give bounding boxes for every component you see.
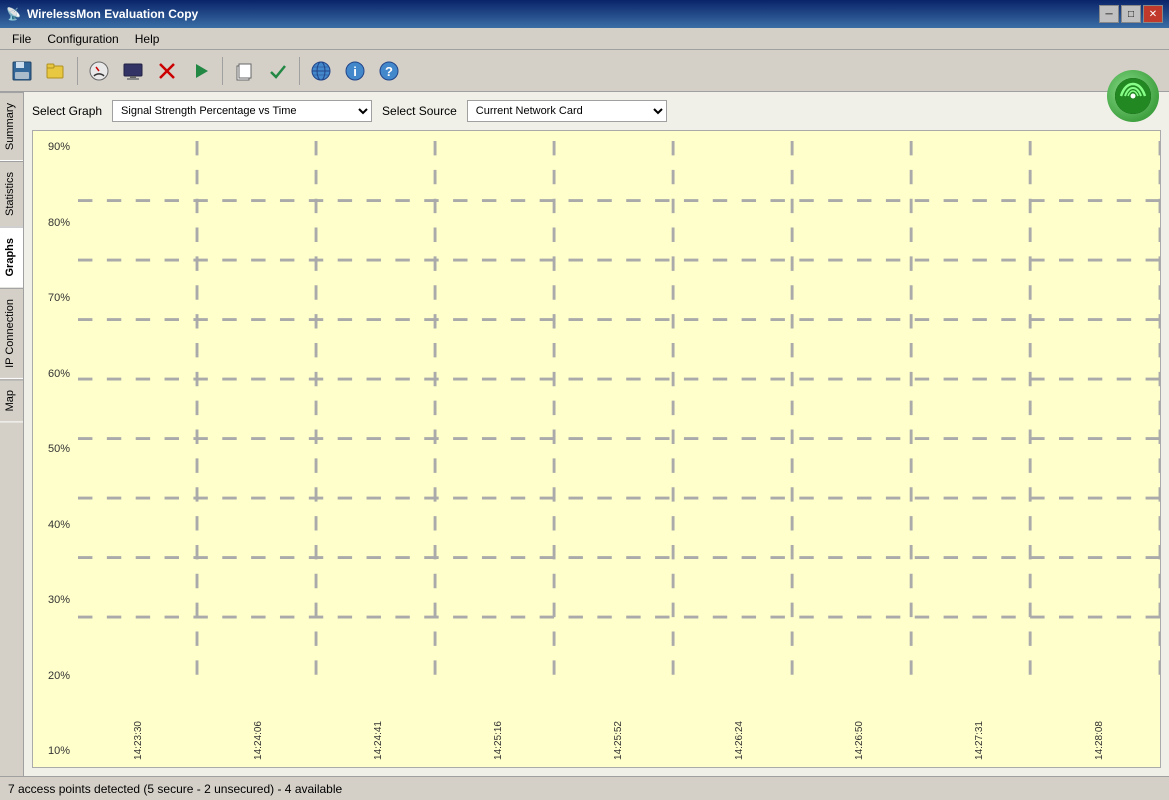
y-label-70: 70% [33, 292, 74, 304]
x-axis: 14:23:30 14:24:06 14:24:41 14:25:16 14:2… [78, 717, 1160, 767]
x-label-4: 14:25:52 [613, 721, 624, 760]
sidebar-tabs: Summary Statistics Graphs IP Connection … [0, 92, 24, 776]
source-label: Select Source [382, 104, 457, 118]
x-label-1: 14:24:06 [253, 721, 264, 760]
menu-configuration[interactable]: Configuration [39, 30, 126, 48]
graph-select[interactable]: Signal Strength Percentage vs Time Signa… [112, 100, 372, 122]
close-button[interactable]: ✕ [1143, 5, 1163, 23]
menu-help[interactable]: Help [127, 30, 168, 48]
play-button[interactable] [185, 55, 217, 87]
help-button[interactable]: ? [373, 55, 405, 87]
window-icon: 📡 [6, 7, 21, 21]
x-label-2: 14:24:41 [373, 721, 384, 760]
tab-summary[interactable]: Summary [0, 92, 23, 161]
window-title: WirelessMon Evaluation Copy [27, 7, 198, 21]
toolbar-separator-1 [77, 57, 78, 85]
x-label-3: 14:25:16 [493, 721, 504, 760]
window: 📡 WirelessMon Evaluation Copy ─ □ ✕ File… [0, 0, 1169, 800]
y-label-80: 80% [33, 217, 74, 229]
tab-statistics[interactable]: Statistics [0, 161, 23, 227]
x-label-7: 14:27:31 [974, 721, 985, 760]
svg-text:i: i [353, 64, 357, 79]
y-label-60: 60% [33, 368, 74, 380]
status-bar: 7 access points detected (5 secure - 2 u… [0, 776, 1169, 800]
x-label-0: 14:23:30 [133, 721, 144, 760]
y-label-20: 20% [33, 670, 74, 682]
toolbar-separator-3 [299, 57, 300, 85]
copy-button[interactable] [228, 55, 260, 87]
network-button[interactable] [117, 55, 149, 87]
graph-area: Select Graph Signal Strength Percentage … [24, 92, 1169, 776]
y-label-30: 30% [33, 594, 74, 606]
y-label-40: 40% [33, 519, 74, 531]
controls-row: Select Graph Signal Strength Percentage … [32, 100, 1161, 122]
x-label-5: 14:26:24 [734, 721, 745, 760]
chart-inner: 90% 80% 70% 60% 50% 40% 30% 20% 10% [33, 131, 1160, 767]
tab-ip-connection[interactable]: IP Connection [0, 288, 23, 379]
status-text: 7 access points detected (5 secure - 2 u… [8, 782, 342, 796]
delete-button[interactable] [151, 55, 183, 87]
minimize-button[interactable]: ─ [1099, 5, 1119, 23]
app-logo [1107, 70, 1159, 122]
main-area: Summary Statistics Graphs IP Connection … [0, 92, 1169, 776]
graph-label: Select Graph [32, 104, 102, 118]
menu-file[interactable]: File [4, 30, 39, 48]
check-button[interactable] [262, 55, 294, 87]
chart-svg [78, 141, 1160, 682]
toolbar-separator-2 [222, 57, 223, 85]
title-bar-left: 📡 WirelessMon Evaluation Copy [6, 7, 198, 21]
source-select[interactable]: Current Network Card All Network Cards [467, 100, 667, 122]
x-label-8: 14:28:08 [1094, 721, 1105, 760]
chart-container: 90% 80% 70% 60% 50% 40% 30% 20% 10% [32, 130, 1161, 768]
open-button[interactable] [40, 55, 72, 87]
save-button[interactable] [6, 55, 38, 87]
tab-map[interactable]: Map [0, 379, 23, 422]
title-bar: 📡 WirelessMon Evaluation Copy ─ □ ✕ [0, 0, 1169, 28]
x-label-6: 14:26:50 [854, 721, 865, 760]
toolbar: i ? [0, 50, 1169, 92]
logo-area [1107, 70, 1159, 122]
gauge-button[interactable] [83, 55, 115, 87]
y-label-10: 10% [33, 745, 74, 757]
y-label-50: 50% [33, 443, 74, 455]
title-controls: ─ □ ✕ [1099, 5, 1163, 23]
y-label-90: 90% [33, 141, 74, 153]
svg-text:?: ? [385, 64, 393, 79]
globe-button[interactable] [305, 55, 337, 87]
maximize-button[interactable]: □ [1121, 5, 1141, 23]
info-button[interactable]: i [339, 55, 371, 87]
menu-bar: File Configuration Help [0, 28, 1169, 50]
tab-graphs[interactable]: Graphs [0, 227, 23, 288]
y-axis: 90% 80% 70% 60% 50% 40% 30% 20% 10% [33, 131, 78, 767]
